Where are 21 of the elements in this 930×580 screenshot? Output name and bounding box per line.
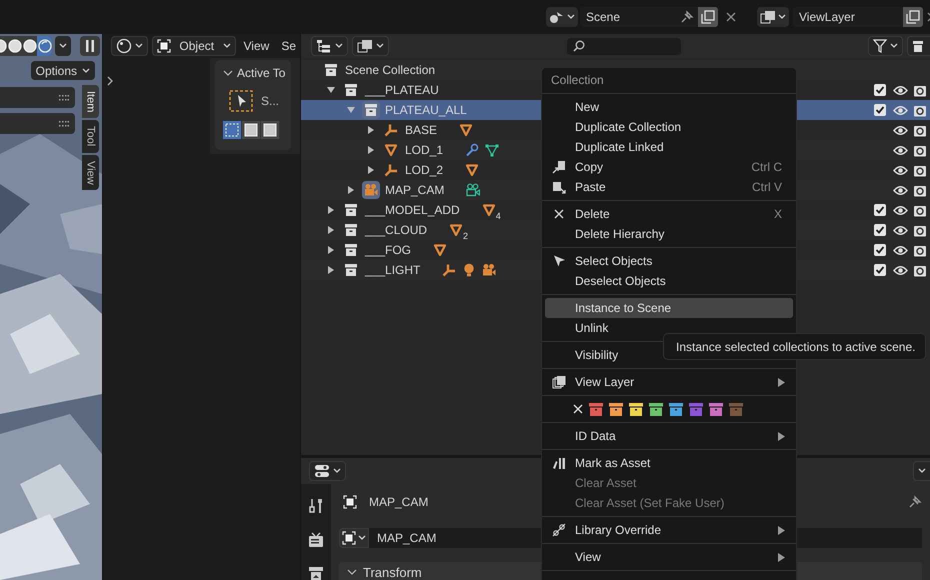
shortcut-label: Ctrl C <box>751 160 782 174</box>
tool-label: S... <box>261 94 280 108</box>
item-name: MAP_CAM <box>385 183 444 197</box>
panel-title: Active To <box>237 66 286 80</box>
item-name: BASE <box>405 123 438 137</box>
item-name: ___LIGHT <box>365 263 420 277</box>
item-name: Scene Collection <box>345 63 436 77</box>
tooltip: Instance selected collections to active scene. <box>663 333 926 360</box>
item-name: PLATEAU_ALL <box>385 103 467 117</box>
menu-title: Collection <box>550 72 605 89</box>
item-name: ___MODEL_ADD <box>365 203 460 217</box>
count-label: 4 <box>496 211 501 221</box>
object-name: MAP_CAM <box>369 495 428 509</box>
count-label: 2 <box>463 231 468 241</box>
item-name: LOD_1 <box>405 143 444 157</box>
shortcut-label: Ctrl V <box>752 180 782 194</box>
item-name: ___PLATEAU <box>365 83 439 97</box>
item-name: ___CLOUD <box>365 223 428 237</box>
item-name: LOD_2 <box>405 163 444 177</box>
item-name: ___FOG <box>365 243 412 257</box>
shortcut-label: X <box>774 207 782 221</box>
